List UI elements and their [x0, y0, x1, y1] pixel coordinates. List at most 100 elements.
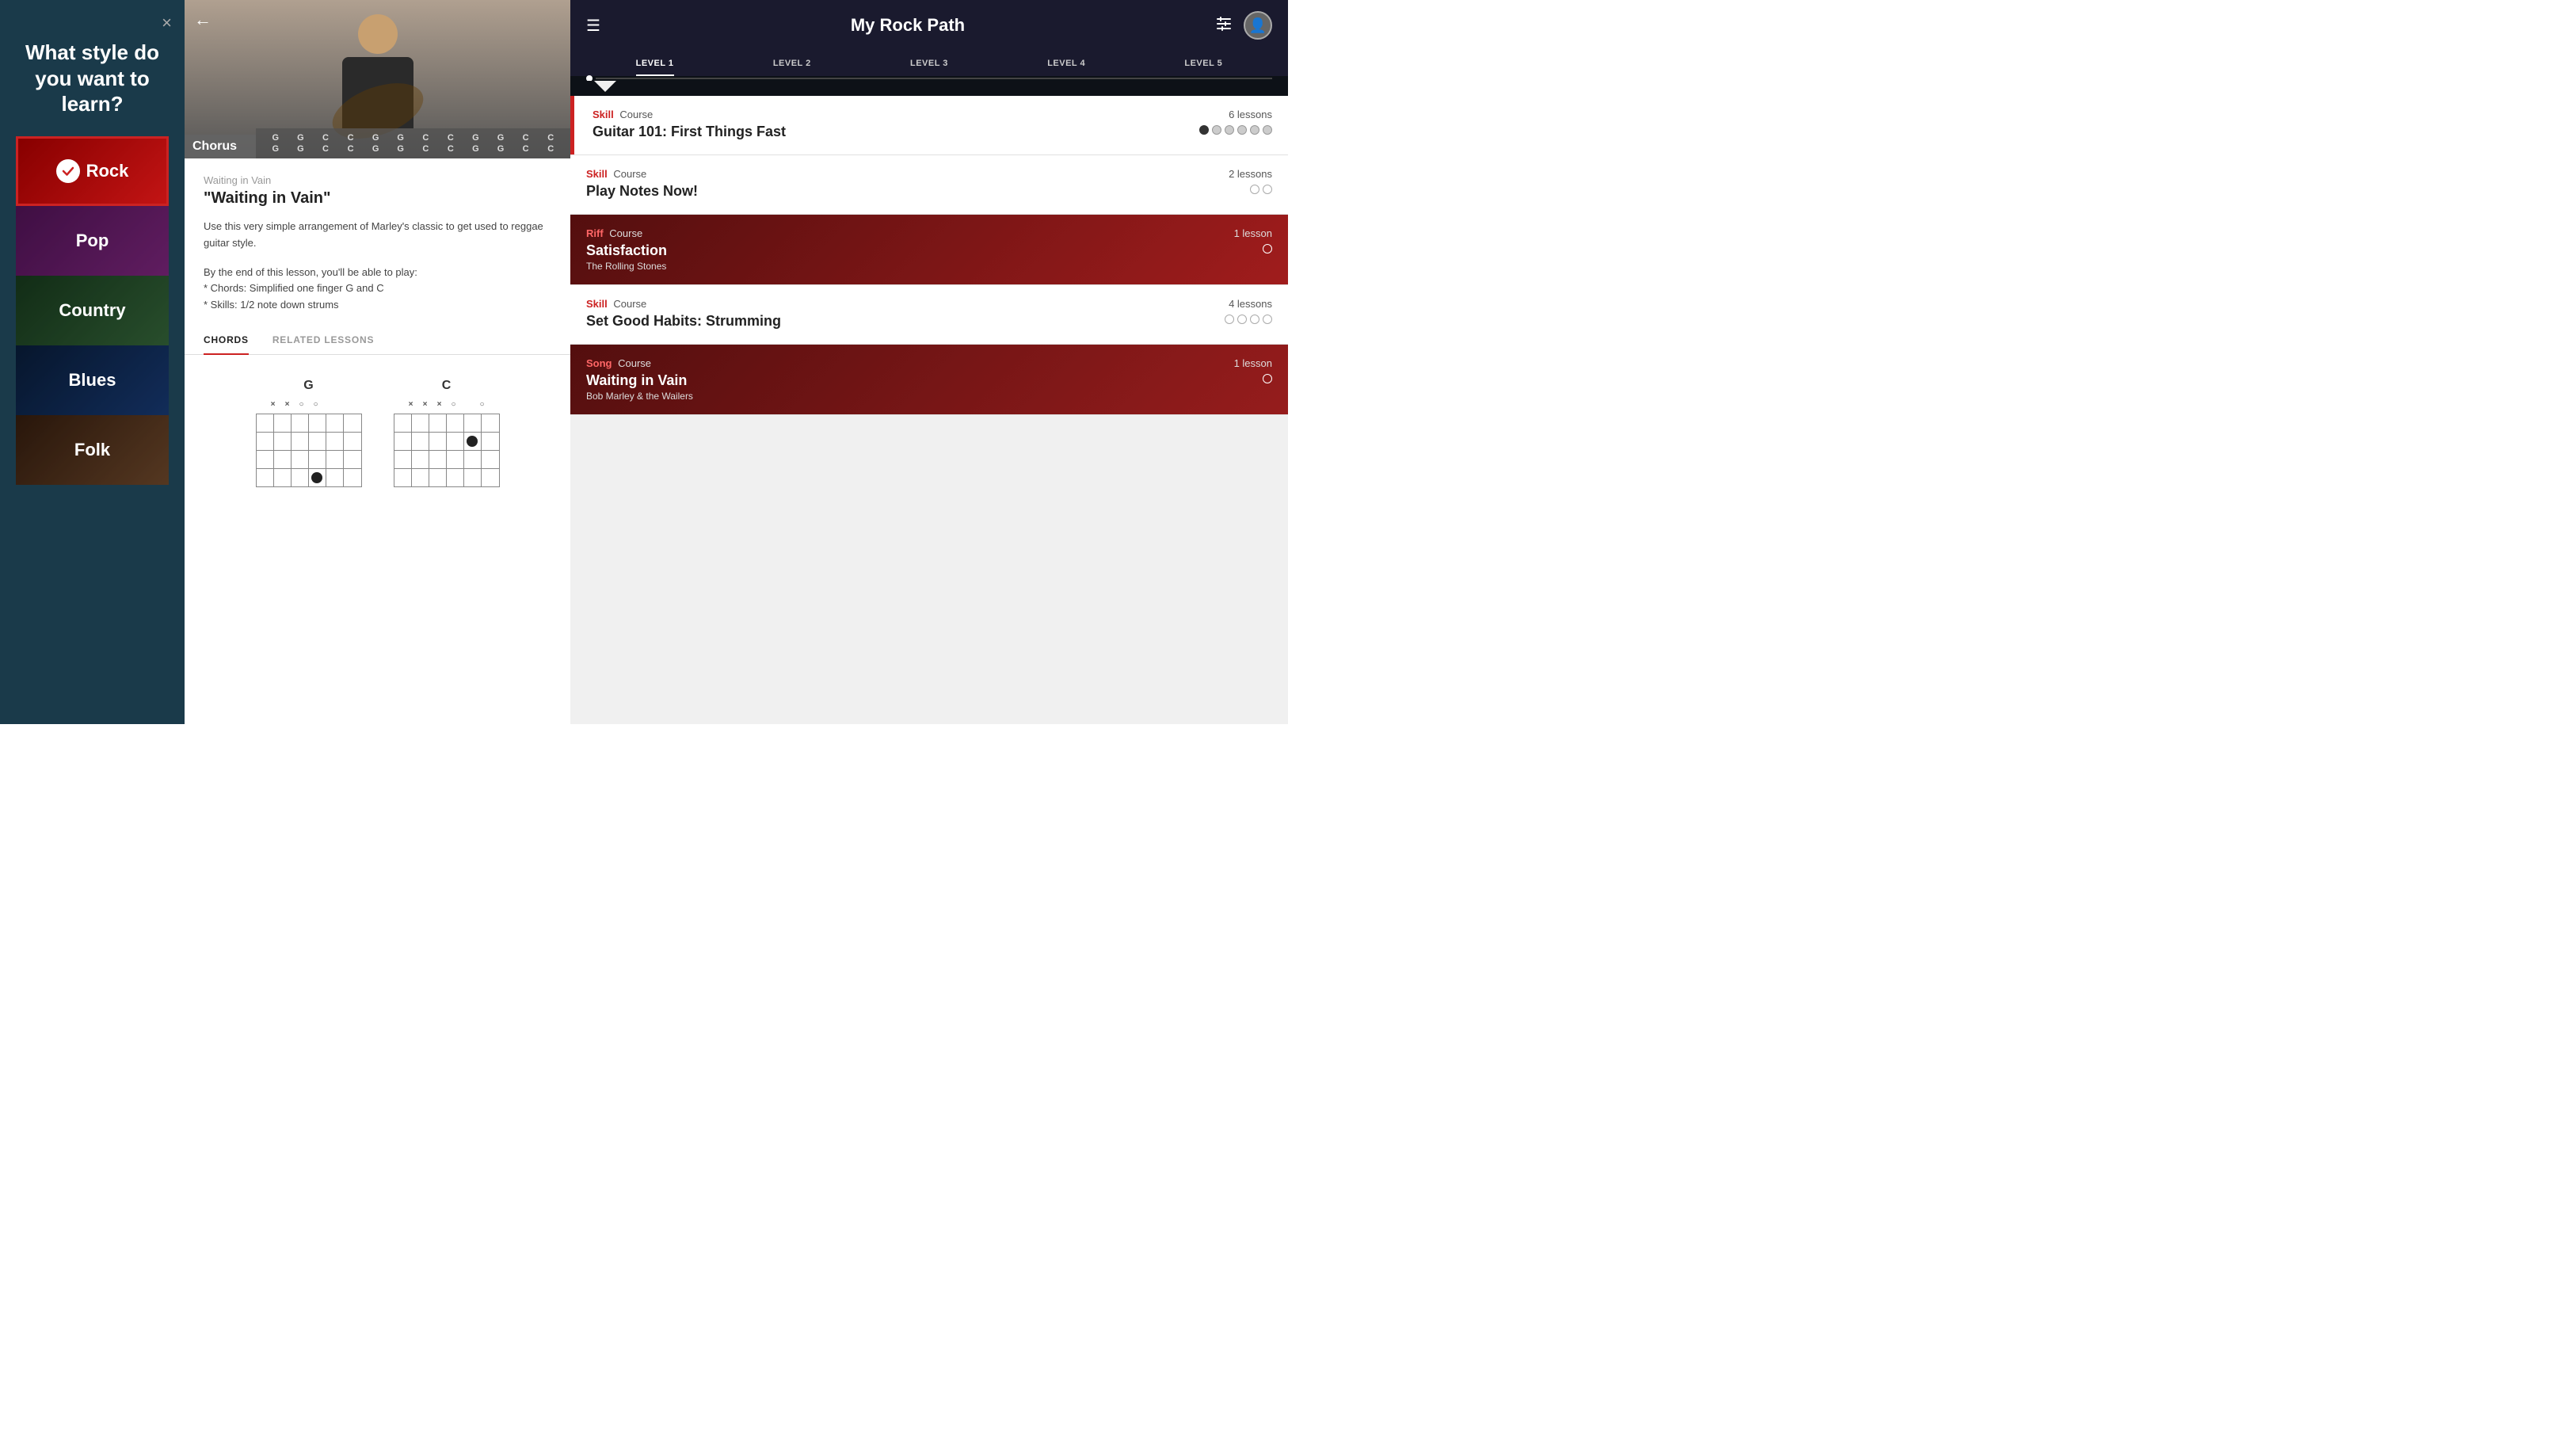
lesson-subtitle: Waiting in Vain [204, 174, 551, 186]
menu-button[interactable]: ☰ [586, 16, 600, 36]
chord-name-g: G [303, 379, 313, 393]
chord-cell: C [514, 133, 538, 143]
card-right-satisfaction: 1 lesson [1234, 227, 1272, 254]
card-content-waitinginvain: Song Course Waiting in Vain Bob Marley &… [586, 357, 1234, 402]
prog-dot [1250, 185, 1259, 194]
style-item-folk[interactable]: Folk [16, 415, 169, 485]
string-marker: × [406, 399, 417, 410]
chord-string [394, 469, 412, 486]
chord-grid-overlay: G G C C G G C C G G C C G G C C G G C C [256, 128, 570, 158]
lesson-title: "Waiting in Vain" [204, 189, 551, 208]
chord-cell: G [464, 133, 488, 143]
style-item-blues[interactable]: Blues [16, 345, 169, 415]
chord-cell: G [464, 144, 488, 154]
chord-string [429, 451, 447, 468]
course-card-goodhabits[interactable]: Skill Course Set Good Habits: Strumming … [570, 285, 1288, 345]
chorus-label: Chorus [185, 135, 256, 158]
header-title: My Rock Path [600, 15, 1215, 36]
tab-chords[interactable]: CHORDS [204, 326, 249, 355]
chord-cell: G [489, 133, 513, 143]
chord-string [257, 414, 274, 432]
chord-string [344, 469, 361, 486]
filter-button[interactable] [1215, 15, 1233, 36]
level-button-1[interactable]: LEVEL 1 [636, 59, 674, 76]
course-type-row: Riff Course [586, 227, 1234, 239]
prog-dot [1263, 374, 1272, 383]
chord-fret [394, 433, 499, 451]
levels-bar: LEVEL 1 LEVEL 2 LEVEL 3 LEVEL 4 LEVEL 5 [570, 51, 1288, 76]
chord-string [447, 433, 464, 450]
chord-string [274, 469, 292, 486]
string-marker: × [420, 399, 431, 410]
chord-fret [394, 451, 499, 469]
level-button-3[interactable]: LEVEL 3 [910, 59, 948, 76]
chord-string [257, 469, 274, 486]
style-item-pop[interactable]: Pop [16, 206, 169, 276]
course-type-row: Skill Course [593, 109, 1199, 120]
lesson-desc1: Use this very simple arrangement of Marl… [204, 219, 551, 252]
triangle-indicator [594, 81, 616, 92]
left-panel: × What style do you want to learn? Rock … [0, 0, 185, 724]
course-type-bold-goodhabits: Skill [586, 298, 608, 310]
course-card-waitinginvain[interactable]: Song Course Waiting in Vain Bob Marley &… [570, 345, 1288, 415]
style-label-pop: Pop [76, 231, 109, 251]
card-right-goodhabits: 4 lessons [1225, 298, 1272, 324]
course-type-bold-satisfaction: Riff [586, 227, 604, 239]
chord-cell: G [364, 144, 387, 154]
course-card-guitar101[interactable]: Skill Course Guitar 101: First Things Fa… [570, 96, 1288, 155]
chord-string [482, 451, 499, 468]
tab-related-lessons[interactable]: RELATED LESSONS [272, 326, 374, 355]
chord-top-markers-c: × × × ○ ○ [406, 399, 488, 410]
card-right-guitar101: 6 lessons [1199, 109, 1272, 135]
tabs-row: CHORDS RELATED LESSONS [185, 326, 570, 355]
style-item-country[interactable]: Country [16, 276, 169, 345]
course-card-playnotes[interactable]: Skill Course Play Notes Now! 2 lessons [570, 155, 1288, 215]
progress-dots-guitar101 [1199, 125, 1272, 135]
chord-string [482, 469, 499, 486]
chord-grid-g [256, 414, 362, 487]
chord-string [482, 433, 499, 450]
chord-cell: G [289, 133, 313, 143]
chord-string [394, 414, 412, 432]
prog-dot [1199, 125, 1209, 135]
chord-cell: C [339, 144, 363, 154]
chord-cell: C [539, 133, 562, 143]
card-right-playnotes: 2 lessons [1229, 168, 1272, 194]
style-list: Rock Pop Country Blues Folk [16, 136, 169, 485]
chord-fret [257, 433, 361, 451]
chord-string [429, 433, 447, 450]
course-name-guitar101: Guitar 101: First Things Fast [593, 124, 1199, 140]
level-button-5[interactable]: LEVEL 5 [1184, 59, 1222, 76]
course-type-normal-goodhabits: Course [611, 298, 647, 310]
card-content-guitar101: Skill Course Guitar 101: First Things Fa… [586, 109, 1199, 142]
course-list: Skill Course Guitar 101: First Things Fa… [570, 96, 1288, 724]
course-card-satisfaction[interactable]: Riff Course Satisfaction The Rolling Sto… [570, 215, 1288, 285]
chord-cell: C [414, 133, 438, 143]
chord-fret [394, 414, 499, 433]
finger-dot [311, 472, 322, 483]
style-item-rock[interactable]: Rock [16, 136, 169, 206]
chord-diagram-g: G × × ○ ○ [256, 379, 362, 487]
style-label-country: Country [59, 300, 125, 321]
chord-string [326, 414, 344, 432]
string-marker: ○ [448, 399, 459, 410]
close-button[interactable]: × [162, 13, 172, 33]
lessons-count-satisfaction: 1 lesson [1234, 227, 1272, 239]
back-button[interactable]: ← [194, 10, 211, 30]
chord-string [447, 469, 464, 486]
chords-area: G × × ○ ○ [204, 371, 551, 487]
prog-dot [1237, 125, 1247, 135]
style-label-folk: Folk [74, 440, 110, 460]
finger-dot [467, 436, 478, 447]
chord-string [344, 433, 361, 450]
prog-dot [1237, 315, 1247, 324]
level-button-2[interactable]: LEVEL 2 [773, 59, 811, 76]
course-type-row: Skill Course [586, 298, 1225, 310]
chord-string [326, 469, 344, 486]
level-button-4[interactable]: LEVEL 4 [1047, 59, 1085, 76]
chord-cell: C [539, 144, 562, 154]
chord-string [309, 433, 326, 450]
chord-fret [257, 451, 361, 469]
avatar[interactable]: 👤 [1244, 11, 1272, 40]
prog-dot [1225, 125, 1234, 135]
